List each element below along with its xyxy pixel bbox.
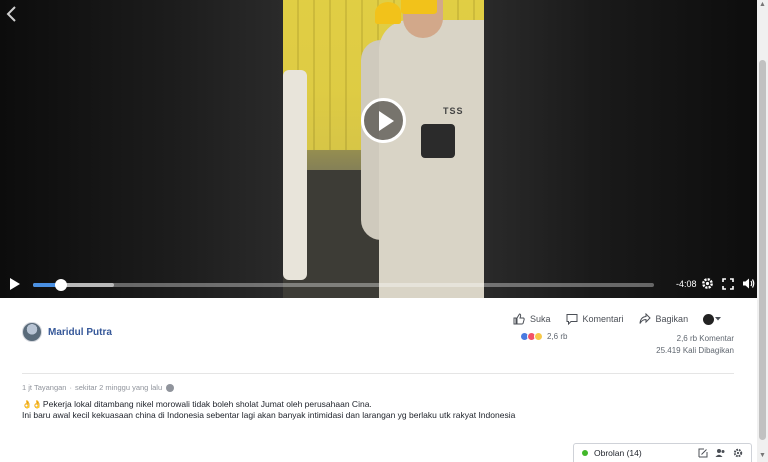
avatar[interactable] [22,322,42,342]
volume-icon[interactable] [742,277,755,291]
back-arrow-icon[interactable] [4,4,20,24]
thumbs-up-icon [513,313,525,325]
gear-icon[interactable] [701,277,714,291]
post-author[interactable]: Maridul Putra [22,322,112,342]
page: TSS -4:08 ▲ ▼ Maridul Putra Suka Komenta… [0,0,768,462]
fullscreen-icon[interactable] [722,277,734,291]
post-text-line: Ini baru awal kecil kekuasaan china di I… [22,410,515,421]
comments-count[interactable]: 2,6 rb Komentar [656,333,734,345]
post-timestamp[interactable]: sekitar 2 minggu yang lalu [75,383,162,392]
video-person [283,70,307,280]
comment-label: Komentari [582,314,624,324]
chat-tools [691,448,743,458]
chat-label[interactable]: Obrolan (14) [594,448,691,458]
scroll-down-icon[interactable]: ▼ [759,452,766,459]
chevron-down-icon [715,317,722,321]
share-icon [639,313,651,324]
view-count: 1 jt Tayangan [22,383,67,392]
post-actions: Suka Komentari Bagikan [513,313,722,325]
ok-hand-emoji: 👌👌 [22,400,42,409]
like-button[interactable]: Suka [513,313,551,325]
author-name[interactable]: Maridul Putra [48,327,112,338]
chat-bar[interactable]: Obrolan (14) [573,443,752,462]
big-play-button[interactable] [361,98,406,143]
page-selector[interactable] [703,313,722,325]
scroll-thumb[interactable] [759,60,766,440]
share-button[interactable]: Bagikan [639,313,689,325]
play-icon [379,111,394,131]
post-meta: 1 jt Tayangan · sekitar 2 minggu yang la… [22,383,175,392]
post-text-line: 👌👌 Pekerja lokal ditambang nikel morowal… [22,399,515,410]
gear-icon[interactable] [733,448,743,458]
video-person [379,20,484,298]
page-scrollbar[interactable]: ▲ ▼ [757,0,768,462]
video-player[interactable]: TSS -4:08 [0,0,757,298]
video-blur-left [0,0,283,298]
scroll-up-icon[interactable]: ▲ [759,1,766,8]
like-label: Suka [530,314,551,324]
comment-icon [566,314,578,325]
video-frame: TSS [283,0,484,298]
video-controls: -4:08 [0,270,757,298]
shares-count[interactable]: 25.419 Kali Dibagikan [656,345,734,357]
compose-icon[interactable] [698,448,708,458]
online-status-icon [582,450,588,456]
post-stats: 2,6 rb Komentar 25.419 Kali Dibagikan [656,333,734,357]
video-helmet [375,2,401,24]
reaction-summary[interactable]: 2,6 rb [520,332,567,341]
video-uniform-logo: TSS [443,106,464,116]
divider [22,373,734,374]
video-helmet [401,0,437,14]
share-label: Bagikan [655,314,689,324]
video-phone [421,124,455,158]
seek-handle[interactable] [54,279,67,291]
haha-reaction-icon [534,332,543,341]
post-text-line-1: Pekerja lokal ditambang nikel morowali t… [42,399,372,409]
time-remaining: -4:08 [676,279,697,289]
play-icon[interactable] [9,277,21,291]
globe-icon [166,383,175,392]
meta-separator: · [69,383,72,392]
seek-bar[interactable] [33,279,654,291]
video-blur-right [484,0,757,298]
post-text: 👌👌 Pekerja lokal ditambang nikel morowal… [22,399,515,421]
post-text-line-2: Ini baru awal kecil kekuasaan china di I… [22,410,516,420]
comment-button[interactable]: Komentari [566,313,624,325]
page-avatar [703,313,715,325]
group-icon[interactable] [715,448,726,458]
reaction-count: 2,6 rb [547,332,568,341]
